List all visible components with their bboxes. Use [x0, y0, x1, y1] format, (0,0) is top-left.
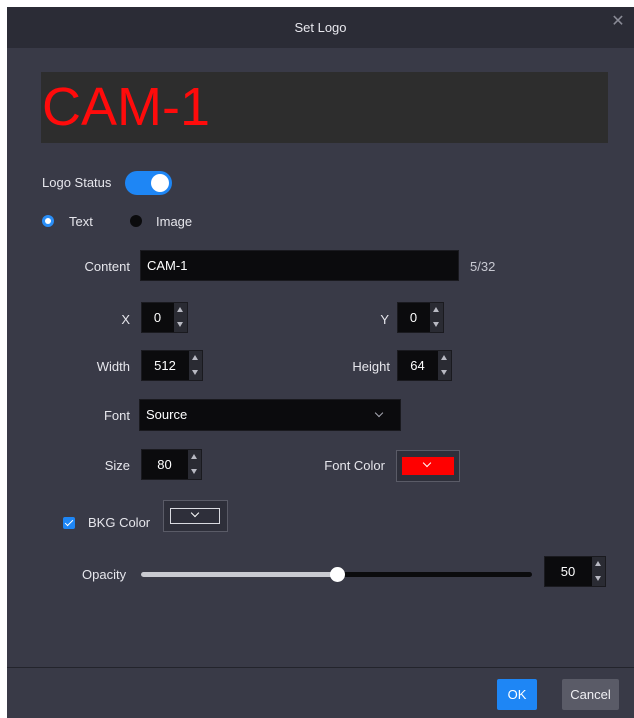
height-decrement-icon[interactable] — [438, 366, 451, 380]
x-label: X — [121, 312, 130, 327]
size-stepper-arrows — [188, 450, 201, 479]
y-value: 0 — [409, 310, 418, 325]
dialog-footer — [7, 668, 634, 718]
height-label: Height — [352, 359, 390, 374]
logo-status-toggle[interactable] — [125, 171, 172, 195]
opacity-label: Opacity — [82, 567, 127, 582]
width-stepper[interactable]: 512 — [141, 350, 203, 381]
font-select-value: Source — [146, 407, 188, 422]
size-stepper[interactable]: 80 — [141, 449, 202, 480]
font-color-picker[interactable] — [396, 450, 460, 482]
width-value: 512 — [154, 358, 176, 373]
height-value: 64 — [410, 358, 425, 373]
x-value: 0 — [153, 310, 162, 325]
font-color-label: Font Color — [324, 458, 385, 473]
y-label: Y — [380, 312, 389, 327]
opacity-increment-icon[interactable] — [592, 557, 605, 571]
toggle-knob — [151, 174, 169, 192]
size-increment-icon[interactable] — [188, 450, 201, 464]
x-decrement-icon[interactable] — [174, 318, 187, 332]
width-stepper-arrows — [189, 351, 202, 380]
height-stepper-arrows — [438, 351, 451, 380]
content-value: CAM-1 — [147, 258, 188, 273]
opacity-slider-fill — [141, 572, 337, 577]
radio-image[interactable] — [130, 215, 142, 227]
bkg-color-label: BKG Color — [88, 515, 151, 530]
close-icon[interactable]: ✕ — [608, 7, 628, 37]
content-char-counter: 5/32 — [470, 259, 496, 274]
opacity-value: 50 — [560, 564, 576, 579]
font-select[interactable]: Source — [139, 399, 401, 431]
y-stepper[interactable]: 0 — [397, 302, 444, 333]
x-stepper-arrows — [174, 303, 187, 332]
x-increment-icon[interactable] — [174, 303, 187, 317]
bkg-color-checkbox[interactable] — [63, 517, 75, 529]
dialog-title: Set Logo — [294, 20, 347, 35]
logo-status-label: Logo Status — [42, 175, 112, 190]
width-increment-icon[interactable] — [189, 351, 202, 365]
y-stepper-arrows — [430, 303, 443, 332]
height-increment-icon[interactable] — [438, 351, 451, 365]
opacity-decrement-icon[interactable] — [592, 572, 605, 586]
size-label: Size — [104, 458, 130, 473]
y-decrement-icon[interactable] — [430, 318, 443, 332]
set-logo-dialog: Set Logo ✕ CAM-1 Logo Status Text Image … — [7, 7, 634, 718]
width-decrement-icon[interactable] — [189, 366, 202, 380]
y-increment-icon[interactable] — [430, 303, 443, 317]
size-decrement-icon[interactable] — [188, 465, 201, 479]
logo-preview-text: CAM-1 — [42, 77, 211, 137]
radio-text[interactable] — [42, 215, 54, 227]
height-stepper[interactable]: 64 — [397, 350, 452, 381]
radio-image-label[interactable]: Image — [156, 214, 192, 229]
chevron-down-icon — [374, 408, 384, 418]
content-input[interactable]: CAM-1 — [140, 250, 459, 281]
radio-text-label[interactable]: Text — [69, 214, 93, 229]
opacity-slider[interactable] — [141, 567, 532, 582]
cancel-button[interactable]: Cancel — [562, 679, 619, 710]
ok-button[interactable]: OK — [497, 679, 537, 710]
size-value: 80 — [157, 457, 172, 472]
logo-preview: CAM-1 — [41, 72, 608, 143]
content-label: Content — [84, 259, 130, 274]
opacity-stepper-arrows — [592, 557, 605, 586]
bkg-color-picker[interactable] — [163, 500, 228, 532]
dialog-titlebar: Set Logo ✕ — [7, 7, 634, 48]
opacity-stepper[interactable]: 50 — [544, 556, 606, 587]
x-stepper[interactable]: 0 — [141, 302, 188, 333]
width-label: Width — [96, 359, 130, 374]
opacity-slider-thumb[interactable] — [329, 567, 345, 582]
font-label: Font — [103, 408, 130, 423]
